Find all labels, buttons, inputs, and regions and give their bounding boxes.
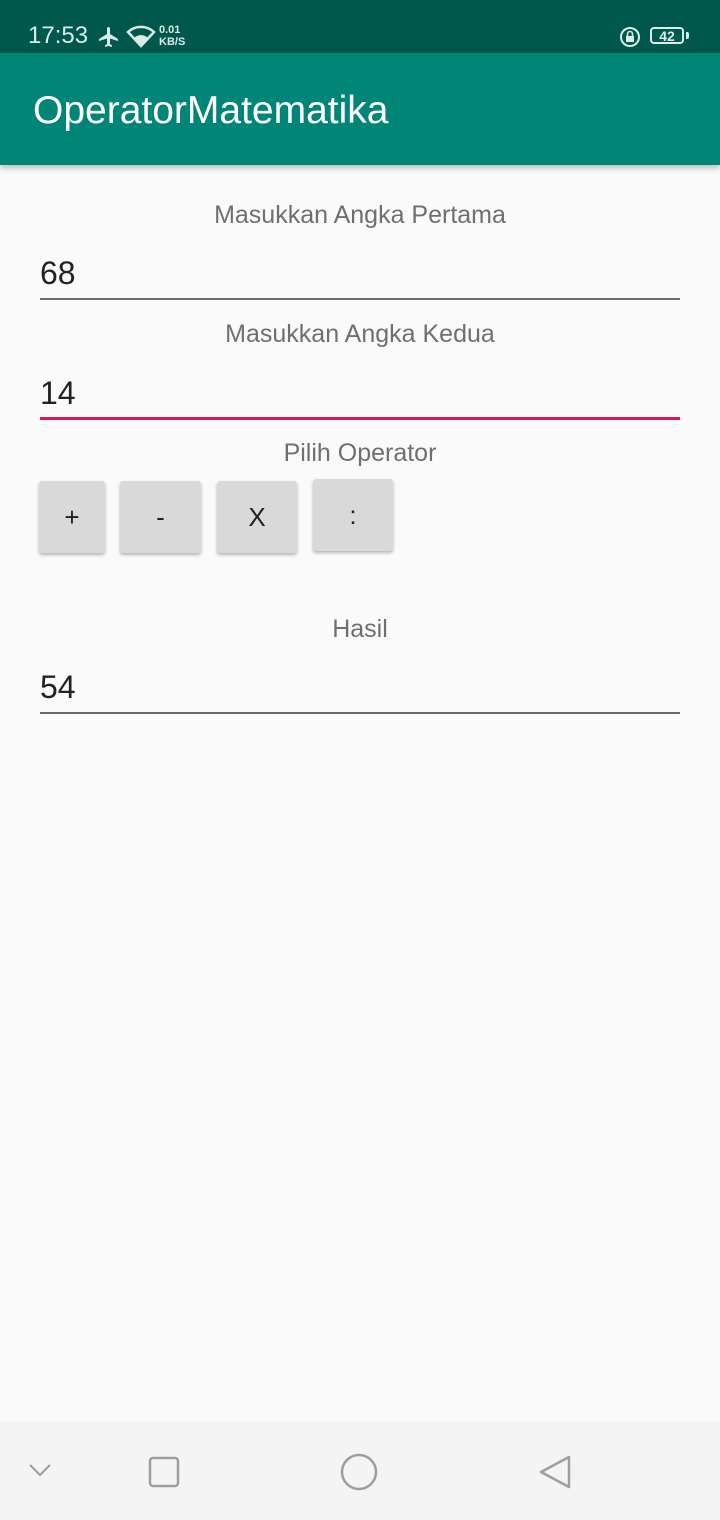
result-label: Hasil — [332, 615, 388, 643]
battery-tip — [686, 32, 689, 39]
multiply-button[interactable]: X — [217, 481, 297, 553]
add-button[interactable]: + — [39, 481, 105, 553]
subtract-button[interactable]: - — [120, 481, 201, 553]
result-field[interactable] — [40, 664, 680, 714]
result-input[interactable] — [40, 664, 680, 710]
back-icon[interactable] — [538, 1454, 572, 1490]
second-number-input[interactable] — [40, 370, 680, 416]
wifi-icon — [126, 25, 156, 48]
status-bar: 17:53 0.01 KB/S 42 — [0, 0, 720, 53]
first-number-underline — [40, 298, 680, 300]
first-number-field[interactable] — [40, 250, 680, 300]
app-bar: OperatorMatematika — [0, 53, 720, 165]
net-speed-value: 0.01 — [159, 24, 181, 36]
first-number-label: Masukkan Angka Pertama — [214, 201, 506, 229]
operator-label: Pilih Operator — [283, 439, 437, 467]
net-speed-unit: KB/S — [159, 36, 186, 48]
second-number-field[interactable] — [40, 370, 680, 420]
first-number-input[interactable] — [40, 250, 680, 296]
second-number-underline — [40, 417, 680, 420]
home-icon[interactable] — [340, 1453, 378, 1491]
recents-icon[interactable] — [148, 1456, 180, 1488]
app-title: OperatorMatematika — [33, 89, 389, 132]
net-speed: 0.01 KB/S — [159, 24, 185, 48]
airplane-icon — [99, 27, 118, 47]
divide-button[interactable]: : — [313, 479, 393, 551]
rotation-lock-icon — [620, 27, 640, 47]
second-number-label: Masukkan Angka Kedua — [225, 320, 495, 348]
battery-icon: 42 — [650, 27, 684, 44]
status-time: 17:53 — [28, 22, 89, 49]
result-underline — [40, 712, 680, 714]
chevron-down-icon[interactable] — [28, 1462, 52, 1478]
navigation-bar — [0, 1422, 720, 1520]
